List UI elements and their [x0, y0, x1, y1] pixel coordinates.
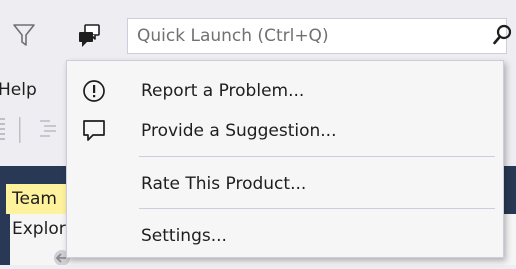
- menu-separator: [139, 208, 495, 209]
- menu-item-label: Settings...: [141, 226, 227, 246]
- menu-item-report-problem[interactable]: Report a Problem...: [67, 73, 503, 109]
- toolbar-icons-icon: [0, 112, 70, 152]
- filter-icon[interactable]: [12, 22, 36, 48]
- search-icon[interactable]: [493, 24, 513, 46]
- quick-launch-input[interactable]: [128, 19, 488, 53]
- menu-item-provide-suggestion[interactable]: Provide a Suggestion...: [67, 113, 503, 149]
- menu-item-rate-product[interactable]: Rate This Product...: [67, 166, 503, 202]
- feedback-menu: Report a Problem... Provide a Suggestion…: [66, 60, 504, 258]
- send-feedback-icon[interactable]: [76, 23, 104, 51]
- menu-help[interactable]: Help: [0, 76, 37, 104]
- quick-launch-box[interactable]: [127, 18, 507, 54]
- menu-item-label: Rate This Product...: [141, 174, 307, 194]
- menu-item-label: Report a Problem...: [141, 81, 305, 101]
- menu-item-settings[interactable]: Settings...: [67, 218, 503, 254]
- menu-item-label: Provide a Suggestion...: [141, 121, 337, 141]
- menu-separator: [139, 156, 495, 157]
- speech-bubble-icon: [81, 117, 107, 145]
- exclamation-circle-icon: [81, 77, 107, 105]
